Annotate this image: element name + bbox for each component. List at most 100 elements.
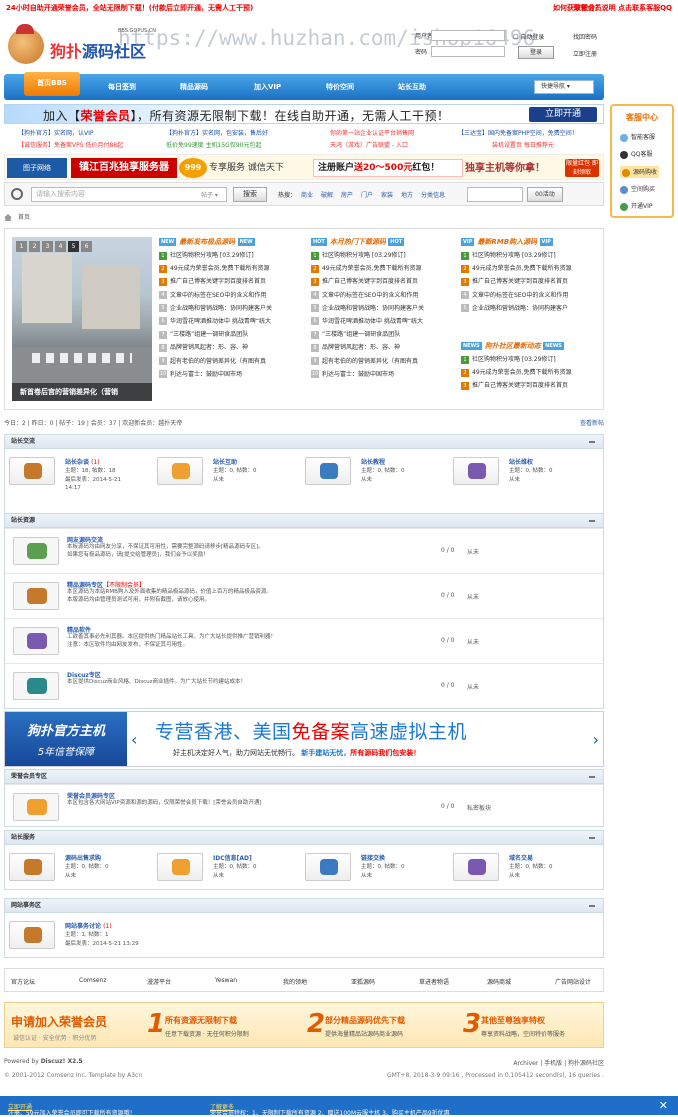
last-post[interactable]: 从未 [467,637,479,646]
folder-icon[interactable] [305,853,351,881]
list-item-title[interactable]: 企业战略和营销战略：协同构建客户关 [322,305,424,312]
list-item-title[interactable]: 华润雪花啤酒推动体中 挑战青啤“统大 [322,318,423,325]
list-item[interactable]: 10 利达与富士：鼓励中国市场 [159,369,307,382]
list-item-title[interactable]: “三楼路”组建一调研食品团队 [170,331,248,338]
hot-keyword[interactable]: 门户 [361,190,373,199]
search-scope-select[interactable]: 帖子 ▾ [201,190,218,199]
list-item[interactable]: 1 社区购物积分攻略 [03.29修订] [311,250,459,263]
list-item-title[interactable]: 推广自己博客关键字到百度排名首页 [170,278,266,285]
friend-link[interactable]: 广告网站设计 [555,977,591,986]
forum-name[interactable]: 链接交换 [361,853,385,862]
forum-row[interactable]: 精品源码专区【不限制会员】 本区源码为本站RMB购入及外面收集的精品极品源码，价值… [5,573,603,615]
username-input[interactable] [431,30,505,41]
forum-row[interactable]: 精品软件 工欲善其事必先利其器。本区提供热门精品站长工具，为广大站长提供推广营销利… [5,618,603,660]
forum-title[interactable]: 源码出售求购 [65,855,101,862]
nav-item-special[interactable]: 特价空间 [326,82,354,92]
nav-item-source[interactable]: 精品源码 [180,82,208,92]
list-item[interactable]: 2 49元成为荣誉会员,免费下载所有资源 [311,263,459,276]
last-post[interactable]: 从未 [467,547,479,556]
slide-page[interactable]: 5 [68,241,79,252]
forum-title[interactable]: 站长教程 [361,459,385,466]
list-item-title[interactable]: 49元成为荣誉会员,免费下载所有资源 [170,265,270,272]
section-header[interactable]: 荣誉会员专区 [5,770,603,784]
section-header[interactable]: 站长资源 [5,514,603,528]
list-item[interactable]: 9 超有老伯的的营销差异化（有图有真 [311,356,459,369]
close-icon[interactable]: ✕ [659,1099,668,1112]
section-header[interactable]: 站长服务 [5,831,603,845]
list-item[interactable]: 4 文章中的标签在SEO中的含义和作用 [159,290,307,303]
home-icon[interactable] [4,214,12,221]
view-new-posts-link[interactable]: 查看新帖 [580,418,604,427]
ad-link[interactable]: 【狗扑官方】实名网，包安装，售后好 [166,128,268,137]
list-item-title[interactable]: 社区购物积分攻略 [03.29修订] [472,356,556,363]
warning-icon[interactable] [157,457,203,485]
activity-button[interactable]: 00活动 [527,187,563,202]
slide-page[interactable]: 6 [81,241,92,252]
ad-link[interactable]: 天鸿（游戏）广告联盟 - 入口 [330,140,408,149]
list-item[interactable]: 5 企业战略和营销战略：协同构建客户关 [159,303,307,316]
list-item[interactable]: 9 超有老伯的的营销差异化（有图有真 [159,356,307,369]
forum-row[interactable]: 荣誉会员源码专区 本区包含各大网站VIP资源和源的源码，仅限荣誉会员下载！[荣誉会… [5,784,603,826]
nav-item-vip[interactable]: 加入VIP [254,82,281,92]
auto-login-checkbox[interactable]: ☐ 自动登录 [513,32,544,41]
ad-link[interactable]: 【诚信服务】免备案VPS 低价月付88起 [18,140,123,149]
forum-row[interactable]: Discuz专区 本区提供Discuz商业风格、Discuz商业插件。为广大站长节… [5,663,603,705]
nav-item-help[interactable]: 站长互助 [398,82,426,92]
search-input[interactable]: 请输入搜索内容 [31,187,227,202]
hosting-ad-banner[interactable]: 图子网络 镇江百兆独享服务器 999 专享服务 诚信天下 注册账户送20～500… [4,154,604,180]
friend-link[interactable]: 源码商城 [487,977,511,986]
list-item[interactable]: 2 49元成为荣誉会员,免费下载所有资源 [461,367,609,380]
friend-link[interactable]: Yeswan [215,977,237,984]
list-item-title[interactable]: 品牌营销风起者：形、容、神 [322,344,400,351]
tree-icon[interactable] [157,853,203,881]
ad-link[interactable]: 【三达宝】国内免备案PHP空间，免费空间！ [458,128,578,137]
list-item[interactable]: 4 文章中的标签在SEO中的含义和作用 [311,290,459,303]
forum-title[interactable]: 网站事务讨论 [65,923,101,930]
slide-page[interactable]: 1 [16,241,27,252]
friend-link[interactable]: 草进者物语 [419,977,449,986]
bag-icon[interactable] [13,672,59,700]
forum-name[interactable]: 站长维权 [509,457,533,466]
list-item-title[interactable]: 文章中的标签在SEO中的含义和作用 [170,292,266,299]
side-item-smart[interactable]: 智能客服 [620,132,655,142]
nav-home[interactable]: 首页BBS [24,72,80,96]
ad-link[interactable]: 你的第一站企业认证平台销售网 [330,128,414,137]
hosting-banner[interactable]: 狗扑官方主机 5年信誉保障 ‹ › 专营香港、美国免备案高速虚拟主机 好主机决定… [4,711,604,767]
list-item[interactable]: 1 社区购物积分攻略 [03.29修订] [461,354,609,367]
quick-nav-dropdown[interactable]: 快捷导航 ▾ [534,80,594,94]
slide-page[interactable]: 3 [42,241,53,252]
list-item-title[interactable]: 利达与富士：鼓励中国市场 [170,371,242,378]
join-vip-banner[interactable]: 申请加入荣誉会员 诚信认证 · 安全优势 · 积分优势 1 所有资源无限制下载 … [4,1002,604,1048]
folder-icon[interactable] [13,627,59,655]
forum-title[interactable]: IDC信息[AD] [213,855,252,862]
forum-name[interactable]: 站长互助 [213,457,237,466]
list-item-title[interactable]: 推广自己博客关键字到百度排名首页 [472,382,568,389]
handshake-icon[interactable] [9,853,55,881]
auto-vip-link[interactable]: 24小时自助开通荣誉会员，全站无限制下载！(付款后立即开通，无需人工干预) [6,3,253,13]
list-item[interactable]: 6 华润雪花啤酒推动体中 挑战青啤“统大 [159,316,307,329]
forum-title[interactable]: 站长维权 [509,459,533,466]
forum-cell[interactable]: 域名交易 主题：0, 帖数：0 从未 [449,851,597,897]
list-item-title[interactable]: 企业战略和营销战略：协同构建客户 [472,305,568,312]
list-item-title[interactable]: 华润雪花啤酒推动体中 挑战青啤“统大 [170,318,271,325]
forum-title[interactable]: 域名交易 [509,855,533,862]
list-item-title[interactable]: 社区购物积分攻略 [03.29修订] [472,252,556,259]
friend-link[interactable]: 我的领地 [283,977,307,986]
section-header[interactable]: 网站事务区 [5,899,603,913]
hot-keyword[interactable]: 商业 [301,190,313,199]
footer-links[interactable]: Archiver | 手机版 | 狗扑源码社区 [513,1058,604,1067]
hot-keyword[interactable]: 家装 [381,190,393,199]
forum-cell[interactable]: 链接交换 主题：0, 帖数：0 从未 [301,851,449,897]
list-item[interactable]: 1 社区购物积分攻略 [03.29修订] [159,250,307,263]
forum-cell[interactable]: 源码出售求购 主题：0, 帖数：0 从未 [5,851,153,897]
list-item[interactable]: 3 推广自己博客关键字到百度排名首页 [461,380,609,393]
list-item-title[interactable]: 推广自己博客关键字到百度排名首页 [472,278,568,285]
list-item-title[interactable]: “三楼路”组建一调研食品团队 [322,331,400,338]
list-item[interactable]: 1 社区购物积分攻略 [03.29修订] [461,250,609,263]
forum-name[interactable]: 网站事务讨论 (1) [65,921,112,930]
last-post[interactable]: 私密板块 [467,803,491,812]
ad-link[interactable]: 低价免99速度 主机15G仅90元包起 [166,140,261,149]
ad-link[interactable]: 【狗扑官方】实名网，认VIP [18,128,94,137]
forum-cell[interactable]: 站长互助 主题：0, 帖数：0 从未 [153,455,301,501]
list-item-title[interactable]: 文章中的标签在SEO中的含义和作用 [322,292,418,299]
